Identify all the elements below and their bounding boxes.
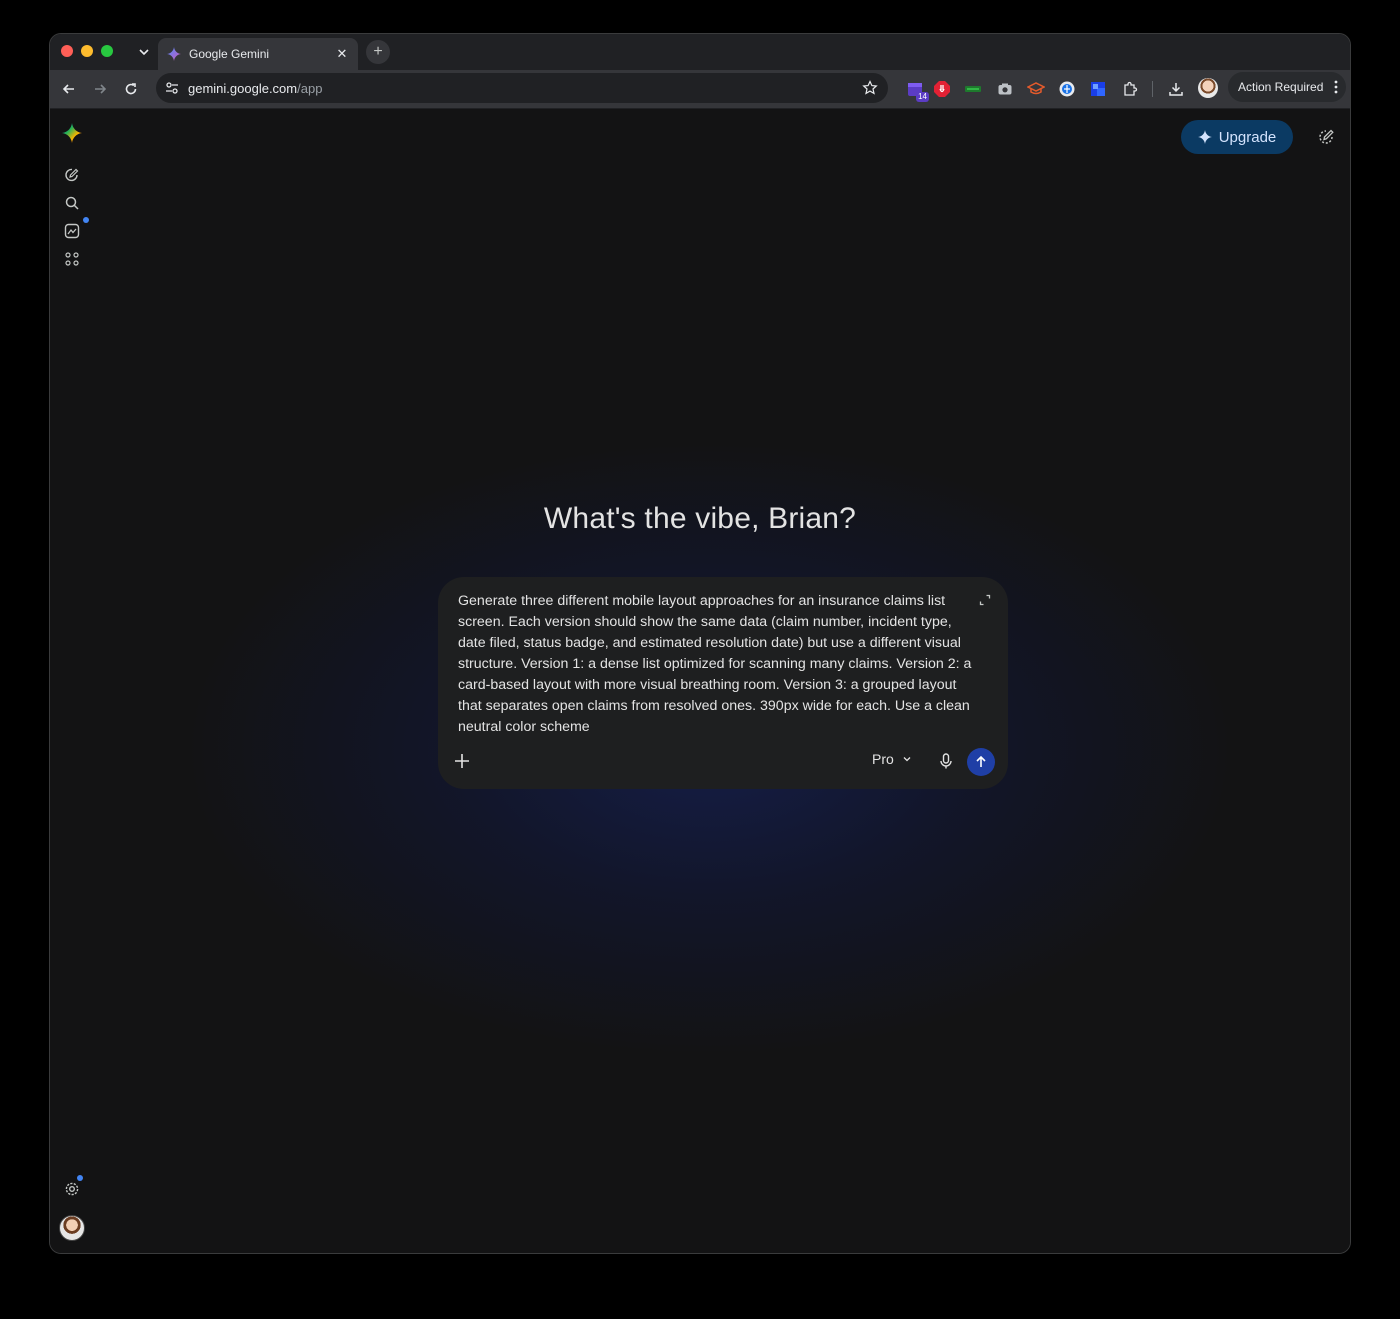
reload-button[interactable] xyxy=(119,77,143,101)
url-path: /app xyxy=(297,80,323,96)
chevron-down-icon xyxy=(903,757,911,762)
browser-window: Google Gemini ✕ + gemini.google.com/app … xyxy=(49,33,1351,1254)
chevron-down-icon xyxy=(139,49,149,56)
download-icon xyxy=(1169,83,1183,96)
url-domain: gemini.google.com xyxy=(188,80,298,96)
sparkle-icon xyxy=(1197,130,1212,144)
extension-blue-button[interactable] xyxy=(1088,79,1108,99)
minimize-window-button[interactable] xyxy=(81,45,93,57)
gemini-app: Upgrade What's the vibe, Brian? Generate… xyxy=(50,109,1350,1253)
extension-badge: 14 xyxy=(916,92,929,102)
new-tab-button[interactable]: + xyxy=(366,40,390,64)
action-required-label: Action Required xyxy=(1238,80,1324,94)
gemini-favicon-icon xyxy=(166,46,182,62)
arrow-right-icon xyxy=(95,84,107,94)
model-label: Pro xyxy=(872,751,894,767)
extensions-menu-button[interactable] xyxy=(1120,79,1140,99)
send-button[interactable] xyxy=(967,748,995,776)
more-vert-icon xyxy=(1334,80,1338,94)
back-button[interactable] xyxy=(57,77,81,101)
action-required-button[interactable]: Action Required xyxy=(1228,72,1346,102)
tab-close-icon[interactable]: ✕ xyxy=(334,46,350,62)
greeting-heading: What's the vibe, Brian? xyxy=(543,502,857,535)
stop-hand-icon xyxy=(934,81,950,97)
toolbar-divider xyxy=(1152,81,1153,97)
browser-profile-avatar[interactable] xyxy=(1198,78,1218,98)
gallery-icon xyxy=(64,223,80,239)
upgrade-button[interactable]: Upgrade xyxy=(1181,120,1293,154)
tab-search-button[interactable] xyxy=(134,42,154,62)
extension-globe-button[interactable] xyxy=(1057,79,1077,99)
blue-squares-icon xyxy=(1091,82,1105,96)
arrow-up-icon xyxy=(976,755,986,767)
tab-title: Google Gemini xyxy=(189,47,270,61)
maximize-window-button[interactable] xyxy=(101,45,113,57)
grid-dots-icon xyxy=(65,252,79,266)
browser-toolbar: gemini.google.com/app 14 Action Required xyxy=(50,70,1350,109)
puzzle-piece-icon xyxy=(1124,81,1138,96)
extension-adblock-button[interactable] xyxy=(932,79,952,99)
extension-screenshot-button[interactable] xyxy=(995,79,1015,99)
bookmark-star-icon[interactable] xyxy=(862,80,878,96)
close-window-button[interactable] xyxy=(61,45,73,57)
graduation-cap-icon xyxy=(1027,82,1045,95)
green-extension-icon xyxy=(965,86,981,92)
search-button[interactable] xyxy=(62,193,82,213)
temporary-chat-icon[interactable] xyxy=(1316,127,1336,147)
forward-button[interactable] xyxy=(88,77,112,101)
microphone-icon[interactable] xyxy=(936,751,956,771)
settings-button[interactable] xyxy=(62,1179,82,1199)
extension-orange-button[interactable] xyxy=(1026,79,1046,99)
prompt-composer: Generate three different mobile layout a… xyxy=(438,577,1008,789)
window-controls xyxy=(61,45,113,57)
new-chat-icon xyxy=(65,168,79,182)
new-chat-button[interactable] xyxy=(62,165,82,185)
search-icon xyxy=(65,196,79,210)
model-selector[interactable]: Pro xyxy=(872,751,912,767)
tab-strip: Google Gemini ✕ + xyxy=(50,34,1350,70)
user-avatar[interactable] xyxy=(59,1215,85,1241)
expand-icon[interactable] xyxy=(978,593,992,607)
add-attachment-icon[interactable] xyxy=(452,751,472,771)
reload-icon xyxy=(125,83,137,95)
downloads-button[interactable] xyxy=(1166,79,1186,99)
browser-tab[interactable]: Google Gemini ✕ xyxy=(158,38,358,70)
extension-green-button[interactable] xyxy=(963,79,983,99)
url-text: gemini.google.com/app xyxy=(188,81,322,96)
prompt-input[interactable]: Generate three different mobile layout a… xyxy=(458,591,980,738)
settings-notification-dot xyxy=(77,1175,83,1181)
globe-extension-icon xyxy=(1059,81,1075,97)
my-stuff-button[interactable] xyxy=(62,221,82,241)
camera-icon xyxy=(998,83,1012,95)
apps-button[interactable] xyxy=(62,249,82,269)
extension-calendar-button[interactable]: 14 xyxy=(905,79,929,102)
gear-icon xyxy=(65,1182,79,1196)
site-settings-icon[interactable] xyxy=(164,80,180,96)
arrow-left-icon xyxy=(62,84,74,94)
address-bar[interactable]: gemini.google.com/app xyxy=(156,73,888,103)
notification-dot xyxy=(83,217,89,223)
gemini-logo-icon[interactable] xyxy=(62,123,82,143)
upgrade-label: Upgrade xyxy=(1218,128,1277,146)
